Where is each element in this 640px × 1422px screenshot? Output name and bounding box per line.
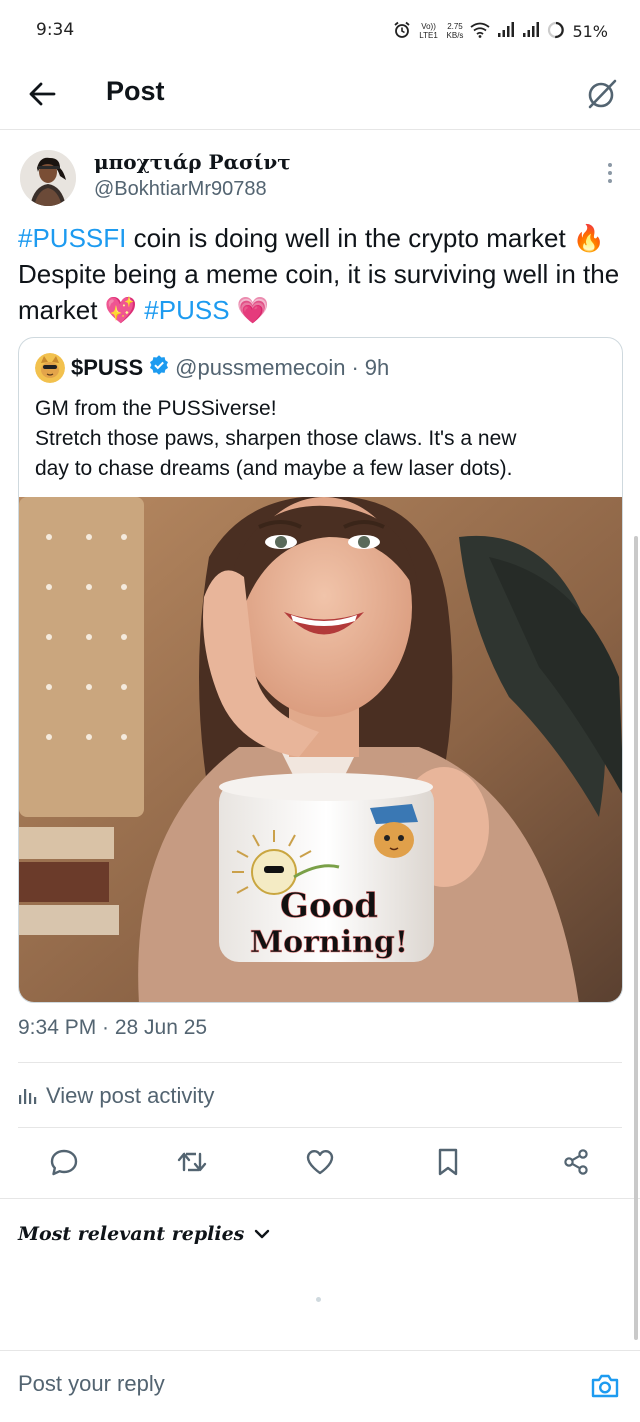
divider (18, 1127, 622, 1128)
post-timestamp: 9:34 PM · 28 Jun 25 (18, 1016, 208, 1039)
post-text-part: coin is doing well in the crypto market (126, 223, 573, 253)
more-dot-icon (608, 163, 612, 167)
arrow-left-icon (29, 82, 56, 106)
fire-emoji: 🔥 (572, 223, 606, 253)
reply-bar (0, 1350, 640, 1422)
author-handle[interactable]: @BokhtiarMr90788 (94, 178, 267, 201)
quoted-post[interactable]: $PUSS @pussmemecoin · 9h GM from the PUS… (18, 337, 623, 1003)
mug-text-good: Good (280, 886, 378, 926)
divider (0, 1198, 640, 1199)
mug-text-morning: Morning! (250, 925, 408, 960)
grok-icon (588, 79, 617, 109)
author-name[interactable]: μποχτιάρ Ρασίντ (94, 150, 291, 174)
verified-badge-icon (149, 355, 169, 381)
network-label: Vo)) LTE1 (419, 22, 438, 40)
growing-heart-emoji: 💗 (236, 295, 270, 325)
bookmark-icon (438, 1148, 458, 1176)
divider (18, 1062, 622, 1063)
sparkling-heart-emoji: 💖 (104, 295, 138, 325)
camera-button[interactable] (588, 1369, 622, 1403)
repost-button[interactable] (170, 1140, 214, 1184)
signal-icon-2 (522, 21, 540, 41)
top-bar: Post (0, 62, 640, 130)
repost-icon (177, 1152, 207, 1172)
camera-icon (591, 1374, 619, 1398)
bookmark-button[interactable] (426, 1140, 470, 1184)
avatar[interactable] (20, 150, 76, 206)
more-dot-icon (608, 171, 612, 175)
replies-sort-dropdown[interactable]: Most relevant replies (18, 1218, 270, 1250)
quoted-text-line: GM from the PUSSiverse! (35, 397, 277, 420)
post-author: μποχτιάρ Ρασίντ @BokhtiarMr90788 (18, 148, 622, 210)
grok-button[interactable] (582, 74, 622, 114)
separator-dot: · (351, 355, 359, 380)
more-dot-icon (608, 179, 612, 183)
share-button[interactable] (554, 1140, 598, 1184)
analytics-icon (19, 1089, 37, 1104)
speed-indicator: 2.75 KB/s (447, 22, 464, 40)
back-button[interactable] (24, 76, 60, 112)
speed-value: 2.75 (447, 22, 463, 31)
alarm-icon (393, 21, 411, 42)
view-activity-label: View post activity (46, 1083, 215, 1108)
good-morning-photo: Good Morning! (19, 497, 622, 1002)
quoted-avatar (35, 353, 65, 383)
battery-icon (547, 21, 565, 42)
signal-icon-1 (497, 21, 515, 41)
quoted-author-handle[interactable]: @pussmemecoin (175, 355, 345, 381)
speed-unit: KB/s (446, 31, 464, 40)
quoted-author-name[interactable]: $PUSS (71, 355, 143, 381)
quoted-text-line: Stretch those paws, sharpen those claws.… (35, 427, 517, 450)
wifi-icon (470, 22, 490, 41)
like-button[interactable] (298, 1140, 342, 1184)
quoted-post-image[interactable]: Good Morning! (19, 497, 622, 1002)
more-options-button[interactable] (600, 158, 620, 188)
loading-indicator (316, 1297, 321, 1302)
hashtag-link[interactable]: #PUSSFI (18, 223, 126, 253)
share-icon (564, 1149, 588, 1175)
quoted-post-header: $PUSS @pussmemecoin · 9h (35, 352, 612, 384)
reply-icon (50, 1149, 78, 1176)
scrollbar[interactable] (634, 536, 638, 1340)
hashtag-link[interactable]: #PUSS (144, 295, 229, 325)
post-text: #PUSSFI coin is doing well in the crypto… (18, 220, 628, 328)
status-time: 9:34 (36, 20, 75, 40)
chevron-down-icon (255, 1229, 270, 1239)
status-bar: 9:34 Vo)) LTE1 2.75 KB/s 51% (0, 0, 640, 62)
page-title: Post (106, 76, 165, 106)
replies-sort-label: Most relevant replies (18, 1223, 245, 1245)
reply-input[interactable] (18, 1371, 558, 1397)
quoted-post-text: GM from the PUSSiverse! Stretch those pa… (35, 394, 610, 484)
post-actions (0, 1140, 640, 1186)
battery-percent: 51% (572, 21, 608, 41)
reply-button[interactable] (42, 1140, 86, 1184)
like-icon (306, 1150, 334, 1175)
status-icons: Vo)) LTE1 2.75 KB/s 51% (393, 19, 608, 43)
quoted-post-time: 9h (364, 355, 390, 380)
view-post-activity-link[interactable]: View post activity (18, 1078, 214, 1114)
quoted-text-line: day to chase dreams (and maybe a few las… (35, 457, 513, 480)
